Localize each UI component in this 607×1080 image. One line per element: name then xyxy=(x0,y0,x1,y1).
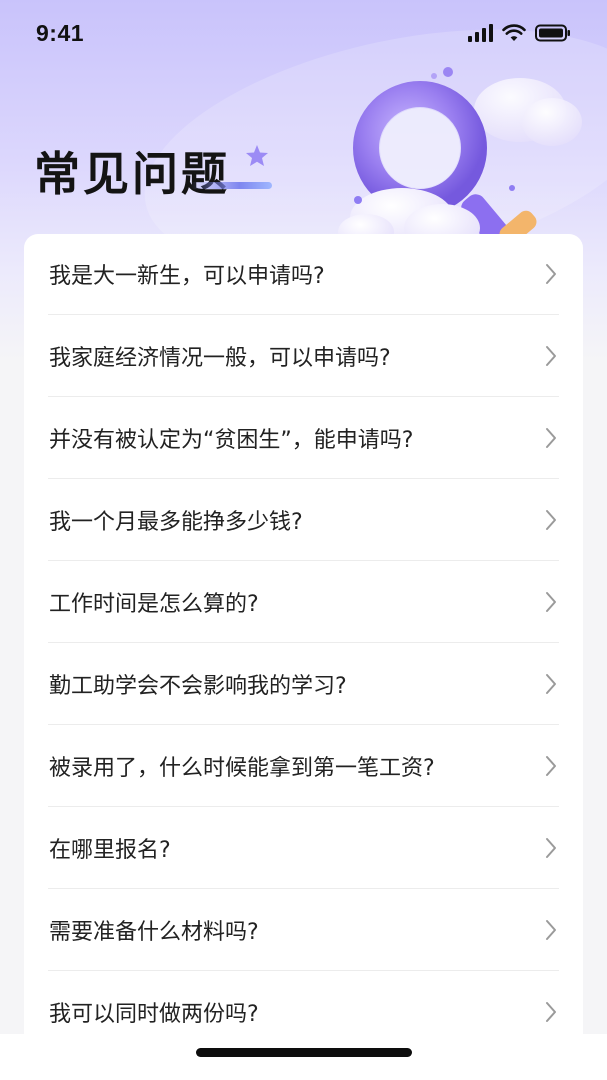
chevron-right-icon xyxy=(546,674,556,694)
faq-question: 我是大一新生，可以申请吗? xyxy=(49,264,325,289)
status-bar: 9:41 xyxy=(0,0,607,72)
faq-item[interactable]: 被录用了，什么时候能拿到第一笔工资? xyxy=(48,726,559,807)
magnifier-cloud-illustration xyxy=(338,67,582,252)
faq-item[interactable]: 我可以同时做两份吗? xyxy=(48,972,559,1034)
faq-question: 并没有被认定为“贫困生”，能申请吗? xyxy=(49,428,414,453)
star-icon xyxy=(246,145,268,166)
faq-question: 工作时间是怎么算的? xyxy=(49,592,259,617)
faq-item[interactable]: 在哪里报名? xyxy=(48,808,559,889)
wifi-icon xyxy=(502,24,526,41)
faq-item[interactable]: 工作时间是怎么算的? xyxy=(48,562,559,643)
faq-question: 我可以同时做两份吗? xyxy=(49,1002,259,1027)
chevron-right-icon xyxy=(546,346,556,366)
faq-question: 被录用了，什么时候能拿到第一笔工资? xyxy=(49,756,435,781)
faq-item[interactable]: 我家庭经济情况一般，可以申请吗? xyxy=(48,316,559,397)
chevron-right-icon xyxy=(546,510,556,530)
chevron-right-icon xyxy=(546,1002,556,1022)
signal-icon xyxy=(468,24,493,42)
title-underline xyxy=(190,182,272,189)
page-title: 常见问题 xyxy=(34,147,230,201)
faq-question: 在哪里报名? xyxy=(49,838,171,863)
chevron-right-icon xyxy=(546,920,556,940)
battery-icon xyxy=(535,24,570,42)
status-time: 9:41 xyxy=(36,20,85,46)
faq-question: 我一个月最多能挣多少钱? xyxy=(49,510,303,535)
faq-question: 勤工助学会不会影响我的学习? xyxy=(49,674,347,699)
chevron-right-icon xyxy=(546,756,556,776)
chevron-right-icon xyxy=(546,838,556,858)
faq-list: 我是大一新生，可以申请吗? 我家庭经济情况一般，可以申请吗? 并没有被认定为“贫… xyxy=(24,234,583,1034)
bottom-safe-area xyxy=(0,1034,607,1080)
faq-item[interactable]: 勤工助学会不会影响我的学习? xyxy=(48,644,559,725)
status-icons xyxy=(468,24,571,42)
faq-item[interactable]: 我一个月最多能挣多少钱? xyxy=(48,480,559,561)
chevron-right-icon xyxy=(546,428,556,448)
chevron-right-icon xyxy=(546,264,556,284)
faq-item[interactable]: 需要准备什么材料吗? xyxy=(48,890,559,971)
faq-item[interactable]: 我是大一新生，可以申请吗? xyxy=(48,234,559,315)
home-indicator[interactable] xyxy=(196,1048,412,1057)
chevron-right-icon xyxy=(546,592,556,612)
faq-question: 我家庭经济情况一般，可以申请吗? xyxy=(49,346,391,371)
faq-item[interactable]: 并没有被认定为“贫困生”，能申请吗? xyxy=(48,398,559,479)
faq-question: 需要准备什么材料吗? xyxy=(49,920,259,945)
